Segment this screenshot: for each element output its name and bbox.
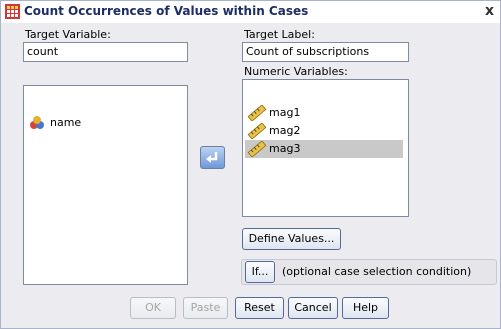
help-button[interactable]: Help [342,297,389,319]
list-item-label: mag1 [269,106,301,119]
title-bar: Count Occurrences of Values within Cases… [1,1,500,23]
list-item-selected[interactable]: mag3 [245,140,403,158]
paste-button[interactable]: Paste [183,297,228,319]
list-item-label: name [50,116,82,129]
define-values-button[interactable]: Define Values... [242,228,341,250]
source-variable-list[interactable]: name [23,85,188,285]
list-item[interactable]: name [28,114,81,132]
scale-variable-icon [247,105,267,121]
list-item-label: mag2 [269,124,301,137]
window-title: Count Occurrences of Values within Cases [24,4,309,18]
numeric-variables-list[interactable]: mag1 mag2 mag3 [242,79,409,217]
move-to-numeric-button[interactable] [200,146,225,169]
if-condition-group: If... (optional case selection condition… [241,259,497,285]
scale-variable-icon [247,123,267,139]
scale-variable-icon [247,141,267,157]
list-item-label: mag3 [269,142,301,155]
list-item[interactable]: mag1 [247,104,300,122]
target-variable-input[interactable]: count [23,42,188,62]
cancel-button[interactable]: Cancel [288,297,338,319]
ok-button[interactable]: OK [130,297,176,319]
close-icon[interactable]: x [485,3,494,19]
count-occurrences-dialog: Count Occurrences of Values within Cases… [0,0,501,329]
list-item[interactable]: mag2 [247,122,300,140]
if-description: (optional case selection condition) [282,265,472,278]
target-label-input[interactable]: Count of subscriptions [242,42,409,62]
nominal-variable-icon [30,116,44,129]
numeric-variables-label: Numeric Variables: [244,65,348,78]
target-label-label: Target Label: [244,28,315,41]
table-grid-icon [5,4,20,19]
if-button[interactable]: If... [245,261,275,283]
reset-button[interactable]: Reset [235,297,284,319]
target-variable-label: Target Variable: [25,28,111,41]
move-arrow-icon [206,152,218,163]
